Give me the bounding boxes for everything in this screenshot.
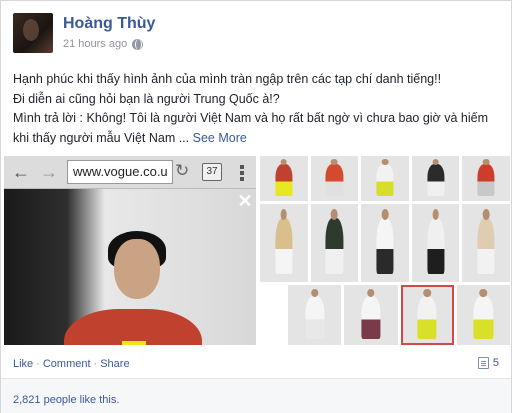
model-head [331, 158, 338, 165]
photo-thumbnail[interactable] [400, 285, 454, 345]
photo-thumbnail[interactable] [462, 156, 510, 201]
model-figure [275, 218, 293, 275]
see-more-link[interactable]: See More [193, 131, 247, 145]
forward-arrow-icon: → [40, 162, 58, 182]
close-icon: ✕ [237, 191, 253, 211]
author-avatar[interactable] [13, 13, 53, 53]
photo-thumbnail[interactable] [310, 156, 359, 201]
model-head [280, 208, 288, 220]
model-head [280, 158, 288, 165]
share-count-value: 5 [492, 357, 499, 369]
author-name[interactable]: Hoàng Thùy [63, 15, 155, 33]
main-photo[interactable]: ← → www.vogue.co.u ↻ 37 ✕ [4, 156, 256, 345]
photo-thumbnail[interactable] [456, 285, 510, 345]
post-text-line: khi thấy người mẫu Việt Nam ... See More [13, 129, 503, 149]
model-figure [376, 218, 394, 275]
photo-thumbnail[interactable] [288, 285, 342, 345]
comment-link[interactable]: Comment [43, 358, 91, 370]
model-figure [376, 164, 394, 197]
model-head [482, 208, 490, 220]
post-text-line: Hạnh phúc khi thấy hình ảnh của mình trà… [13, 72, 442, 86]
model-head [482, 158, 490, 165]
action-separator: · [36, 358, 40, 370]
post-timestamp[interactable]: 21 hours ago [63, 38, 127, 50]
like-link[interactable]: Like [13, 358, 33, 370]
model-figure [305, 295, 325, 339]
model-figure [361, 295, 381, 339]
post-text: Hạnh phúc khi thấy hình ảnh của mình trà… [13, 70, 503, 148]
model-figure [473, 295, 493, 339]
model-figure [325, 218, 343, 275]
model-figure [427, 218, 445, 275]
post-text-line: Mình trả lời : Không! Tôi là người Việt … [13, 111, 488, 125]
likes-count[interactable]: 2,821 people like this. [13, 394, 119, 406]
browser-url-bar: www.vogue.co.u [67, 160, 173, 184]
menu-dots-icon [236, 164, 248, 181]
runway-photo [4, 189, 256, 345]
photo-thumbnail[interactable] [361, 156, 409, 201]
model-figure [325, 164, 343, 197]
browser-toolbar: ← → www.vogue.co.u ↻ 37 [4, 156, 256, 189]
photo-thumbnail[interactable] [361, 204, 409, 282]
photo-thumbnail[interactable] [260, 156, 308, 201]
share-icon [477, 357, 489, 369]
model-figure [417, 295, 437, 339]
model-head [432, 208, 439, 220]
post-actions: Like · Comment · Share [13, 358, 130, 370]
photo-thumbnail[interactable] [310, 204, 359, 282]
photo-thumbnail[interactable] [411, 156, 460, 201]
model-face [114, 239, 160, 299]
model-head [381, 208, 389, 220]
model-figure [275, 164, 293, 197]
photo-thumbnail[interactable] [260, 204, 308, 282]
photo-thumbnail-grid [260, 156, 510, 345]
photo-thumbnail[interactable] [411, 204, 460, 282]
model-yellow-top [122, 341, 146, 345]
post-photos: ← → www.vogue.co.u ↻ 37 ✕ [4, 156, 510, 345]
photo-thumbnail[interactable] [462, 204, 510, 282]
facebook-post-card: Hoàng Thùy 21 hours ago Hạnh phúc khi th… [0, 0, 512, 413]
share-count[interactable]: 5 [477, 357, 499, 369]
model-head [432, 158, 439, 165]
model-head [331, 208, 338, 220]
action-separator: · [93, 358, 98, 370]
model-figure [477, 164, 495, 197]
model-head [381, 158, 389, 165]
model-red-coat [64, 309, 202, 345]
share-link[interactable]: Share [100, 358, 129, 370]
model-figure [477, 218, 495, 275]
model-figure [427, 164, 445, 197]
refresh-icon: ↻ [175, 161, 190, 180]
post-text-line-content: khi thấy người mẫu Việt Nam ... [13, 130, 190, 145]
photo-thumbnail[interactable] [344, 285, 398, 345]
likes-bar: 2,821 people like this. [1, 379, 511, 413]
tab-count-icon: 37 [202, 163, 222, 181]
post-text-line: Đi diễn ai cũng hỏi bạn là người Trung Q… [13, 91, 280, 106]
back-arrow-icon: ← [12, 162, 30, 182]
globe-icon [132, 38, 144, 50]
post-meta: 21 hours ago [63, 38, 144, 50]
